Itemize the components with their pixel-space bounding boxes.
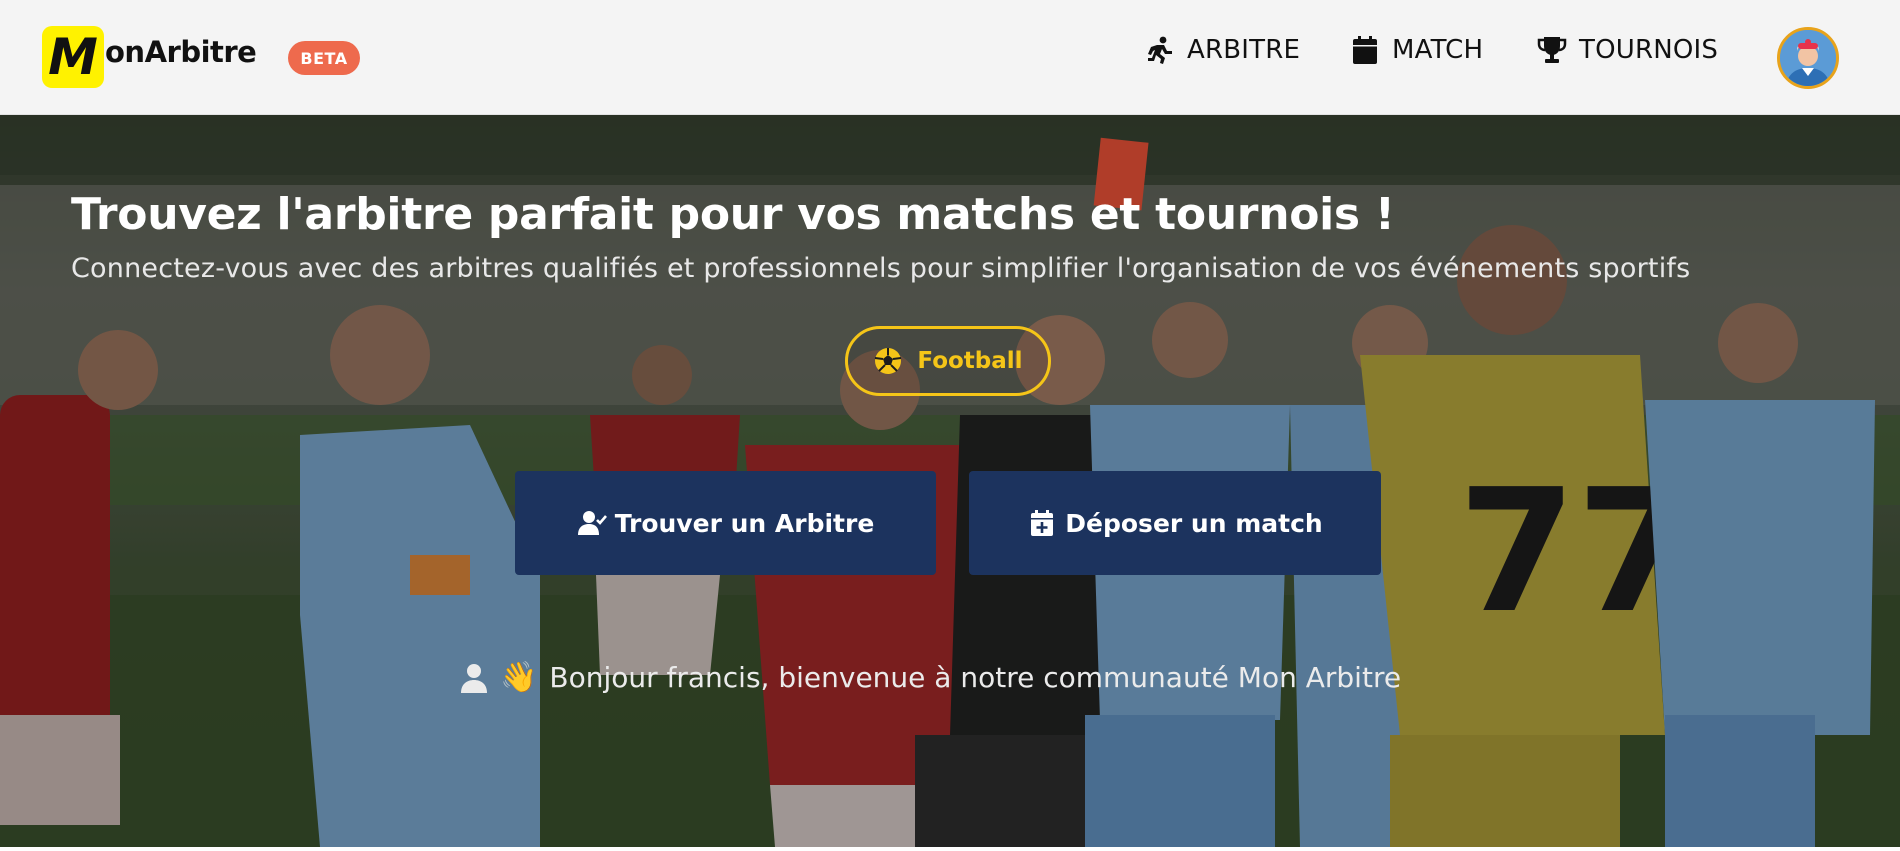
nav-label: ARBITRE — [1187, 35, 1301, 65]
calendar-plus-icon — [1031, 510, 1054, 536]
user-avatar[interactable] — [1777, 27, 1839, 89]
user-icon — [461, 663, 487, 693]
hero-title: Trouvez l'arbitre parfait pour vos match… — [71, 189, 1395, 240]
referee-avatar-icon — [1780, 30, 1836, 86]
logo-text: onArbitre — [105, 35, 257, 69]
nav-tournois[interactable]: TOURNOIS — [1537, 30, 1718, 70]
hero-subtitle: Connectez-vous avec des arbitres qualifi… — [71, 253, 1691, 284]
post-match-label: Déposer un match — [1065, 508, 1323, 538]
sport-chip-football[interactable]: Football — [845, 326, 1051, 396]
nav-label: TOURNOIS — [1579, 35, 1719, 65]
top-navbar: M onArbitre BETA ARBITRE MATCH TOURNOIS — [0, 0, 1900, 115]
user-check-icon — [577, 511, 607, 535]
nav-match[interactable]: MATCH — [1350, 30, 1483, 70]
logo[interactable]: M onArbitre — [42, 26, 257, 88]
running-person-icon — [1145, 35, 1175, 65]
trophy-icon — [1537, 35, 1567, 65]
find-referee-label: Trouver un Arbitre — [614, 508, 875, 538]
welcome-message: 👋 Bonjour francis, bienvenue à notre com… — [460, 660, 1401, 695]
nav-arbitre[interactable]: ARBITRE — [1145, 30, 1300, 70]
post-match-button[interactable]: Déposer un match — [969, 471, 1381, 575]
find-referee-button[interactable]: Trouver un Arbitre — [515, 471, 936, 575]
logo-mark: M — [42, 26, 104, 88]
sport-chip-label: Football — [917, 348, 1023, 374]
nav-label: MATCH — [1392, 35, 1484, 65]
beta-badge: BETA — [288, 41, 360, 75]
soccer-ball-icon — [875, 348, 902, 374]
waving-hand-icon: 👋 — [500, 660, 538, 695]
welcome-text: Bonjour francis, bienvenue à notre commu… — [549, 661, 1402, 694]
hero-banner: 77 Trouvez l'arbitre parfait pour vos ma… — [0, 115, 1900, 847]
calendar-icon — [1350, 35, 1380, 65]
